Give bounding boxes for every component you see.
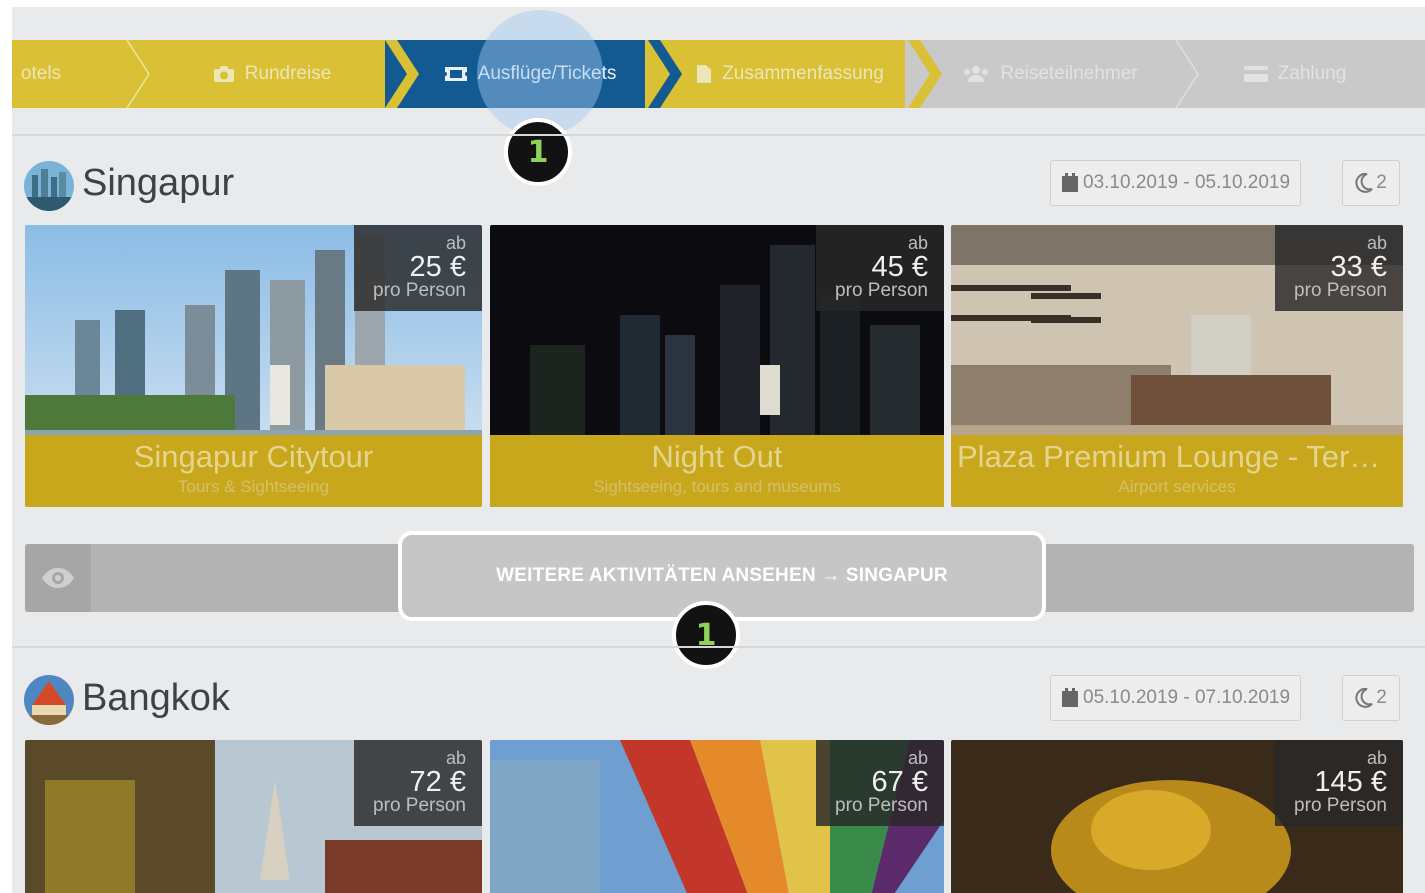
activity-category: Tours & Sightseeing [177, 477, 330, 496]
city-title: Singapur [82, 162, 235, 204]
price-unit: pro Person [835, 795, 928, 816]
date-range-text: 03.10.2019 - 05.10.2019 [1083, 172, 1291, 193]
price-unit: pro Person [373, 795, 466, 816]
price-amount: 45 € [871, 251, 928, 283]
activity-card-footer: Night Out Sightseeing, tours and museums [490, 435, 944, 507]
price-prefix: ab [445, 748, 466, 768]
price-tag: ab 33 € pro Person [1275, 225, 1403, 311]
activity-card-plaza-premium-lounge[interactable]: ab 33 € pro Person Plaza Premium Lounge … [951, 225, 1403, 507]
activity-title: Plaza Premium Lounge - Termina... [957, 439, 1403, 474]
activity-category: Sightseeing, tours and museums [593, 477, 841, 496]
step-zahlung[interactable]: Zahlung [1165, 40, 1425, 108]
step-label: otels [20, 63, 62, 84]
price-tag: ab 45 € pro Person [816, 225, 944, 311]
step-zusammenfassung[interactable]: Zusammenfassung [645, 40, 935, 108]
price-unit: pro Person [1294, 280, 1387, 301]
price-amount: 145 € [1314, 766, 1387, 798]
step-ausfluege-tickets[interactable]: Ausflüge/Tickets [385, 40, 675, 108]
bangkok-city-icon [24, 675, 74, 725]
camera-icon [213, 65, 235, 83]
nights-count: 2 [1376, 172, 1387, 193]
activity-card-singapur-citytour[interactable]: ab 25 € pro Person Singapur Citytour Tou… [25, 225, 482, 507]
activity-card-night-out[interactable]: ab 45 € pro Person Night Out Sightseeing… [490, 225, 944, 507]
moon-icon [1355, 688, 1373, 708]
moon-icon [1355, 173, 1373, 193]
step-separator [648, 40, 682, 108]
nights-count: 2 [1376, 687, 1387, 708]
booking-page: otels Rundreise Ausflüge/Tickets Zusamme… [12, 7, 1425, 893]
activity-card[interactable]: ab 67 € pro Person [490, 740, 944, 893]
step-rundreise[interactable]: Rundreise [127, 40, 417, 108]
step-separator [117, 40, 151, 108]
city-title: Bangkok [82, 677, 230, 719]
step-label: Rundreise [244, 63, 332, 84]
activity-card[interactable]: ab 72 € pro Person [25, 740, 482, 893]
price-tag: ab 67 € pro Person [816, 740, 944, 826]
nights-badge: 2 [1342, 160, 1400, 206]
activity-card[interactable]: ab 145 € pro Person [951, 740, 1403, 893]
price-tag: ab 72 € pro Person [354, 740, 482, 826]
activity-title: Singapur Citytour [133, 439, 374, 474]
divider [12, 134, 1425, 136]
price-tag: ab 145 € pro Person [1275, 740, 1403, 826]
price-prefix: ab [1366, 748, 1387, 768]
price-prefix: ab [907, 233, 928, 253]
price-unit: pro Person [835, 280, 928, 301]
price-amount: 67 € [871, 766, 928, 798]
step-label: Zahlung [1277, 63, 1347, 84]
booking-steps-bar: otels Rundreise Ausflüge/Tickets Zusamme… [12, 40, 1425, 108]
users-icon [962, 65, 990, 83]
price-prefix: ab [907, 748, 928, 768]
activity-category: Airport services [1118, 477, 1236, 496]
singapur-city-icon [24, 161, 74, 211]
step-label: Reiseteilnehmer [1000, 63, 1138, 84]
step-marker: 1 [672, 601, 740, 669]
nights-badge: 2 [1342, 675, 1400, 721]
price-amount: 72 € [409, 766, 466, 798]
activity-card-footer: Singapur Citytour Tours & Sightseeing [25, 435, 482, 507]
price-amount: 33 € [1330, 251, 1387, 283]
price-prefix: ab [445, 233, 466, 253]
date-range[interactable]: 03.10.2019 - 05.10.2019 [1050, 160, 1302, 206]
date-range-text: 05.10.2019 - 07.10.2019 [1083, 687, 1291, 708]
price-unit: pro Person [1294, 795, 1387, 816]
step-separator [908, 40, 942, 108]
date-range[interactable]: 05.10.2019 - 07.10.2019 [1050, 675, 1302, 721]
step-label: Zusammenfassung [722, 63, 884, 84]
step-marker: 1 [504, 118, 572, 186]
credit-card-icon [1243, 65, 1268, 83]
eye-icon [25, 544, 91, 612]
price-prefix: ab [1366, 233, 1387, 253]
price-tag: ab 25 € pro Person [354, 225, 482, 311]
ticket-icon [444, 66, 468, 82]
activity-title: Night Out [651, 439, 783, 474]
price-unit: pro Person [373, 280, 466, 301]
price-amount: 25 € [409, 251, 466, 283]
calendar-icon [1061, 173, 1079, 193]
step-label: Ausflüge/Tickets [477, 63, 617, 84]
divider [12, 646, 1425, 648]
step-separator [385, 40, 419, 108]
calendar-icon [1061, 688, 1079, 708]
activity-card-footer: Plaza Premium Lounge - Termina... Airpor… [951, 435, 1403, 507]
step-reiseteilnehmer[interactable]: Reiseteilnehmer [905, 40, 1195, 108]
document-icon [696, 64, 712, 84]
step-separator [1175, 40, 1199, 108]
